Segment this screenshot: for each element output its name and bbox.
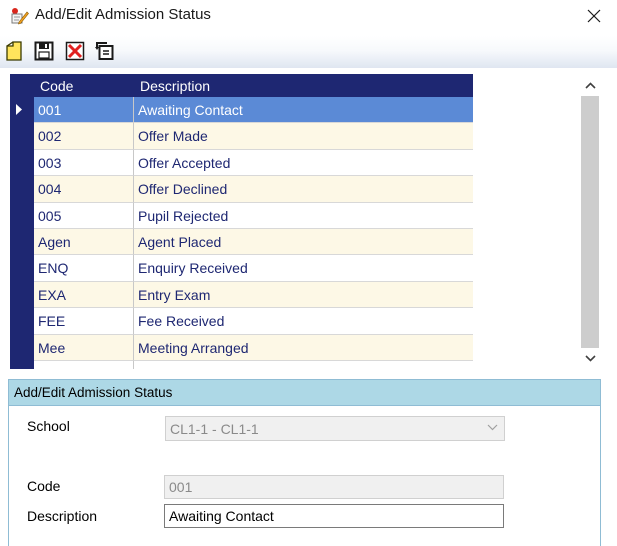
scroll-up-button[interactable] <box>580 74 600 96</box>
row-indicator <box>10 123 34 150</box>
title-bar: Add/Edit Admission Status <box>0 0 617 32</box>
app-pencil-icon <box>10 7 29 25</box>
current-row-arrow-icon <box>16 104 22 115</box>
cell-code[interactable]: Agen <box>34 228 134 256</box>
admission-status-grid[interactable]: Code Description 001 Awaiting Contact 00… <box>10 74 473 369</box>
cell-code[interactable]: ENQ <box>34 255 134 282</box>
table-row[interactable]: ENQ Enquiry Received <box>10 255 473 282</box>
close-icon <box>587 9 601 23</box>
cell-code[interactable]: 005 <box>34 202 134 229</box>
cell-code[interactable]: EXA <box>34 281 134 309</box>
row-indicator <box>10 97 34 124</box>
row-indicator <box>10 176 34 203</box>
cell-code[interactable]: 001 <box>34 97 134 124</box>
cell-code[interactable]: 002 <box>34 123 134 150</box>
table-row[interactable]: EXA Entry Exam <box>10 281 473 309</box>
row-indicator <box>10 334 34 361</box>
row-indicator <box>10 281 34 309</box>
row-indicator <box>10 228 34 256</box>
cell-description[interactable]: Offer Declined <box>134 176 473 203</box>
table-row[interactable]: 003 Offer Accepted <box>10 149 473 177</box>
window-title: Add/Edit Admission Status <box>35 6 211 23</box>
code-field[interactable]: 001 <box>164 475 504 499</box>
table-row[interactable]: 002 Offer Made <box>10 123 473 150</box>
row-indicator <box>10 255 34 282</box>
cell-description[interactable]: Enquiry Received <box>134 255 473 282</box>
row-indicator <box>10 149 34 177</box>
undo-button[interactable] <box>94 40 116 62</box>
cell-description[interactable]: Fee Received <box>134 308 473 335</box>
cell-description[interactable]: Offer Made <box>134 123 473 150</box>
cell-description[interactable]: Agent Placed <box>134 228 473 256</box>
chevron-down-icon <box>487 424 498 431</box>
panel-header: Add/Edit Admission Status <box>9 380 600 406</box>
row-indicator <box>10 202 34 229</box>
panel-title: Add/Edit Admission Status <box>14 385 173 400</box>
edit-panel: Add/Edit Admission Status School CL1-1 -… <box>8 379 601 546</box>
close-button[interactable] <box>571 0 617 32</box>
grid-rows: 001 Awaiting Contact 002 Offer Made 003 … <box>10 97 473 369</box>
toolbar <box>0 36 617 68</box>
scroll-thumb[interactable] <box>581 96 599 348</box>
delete-button[interactable] <box>64 40 86 62</box>
school-label: School <box>27 418 70 434</box>
cell-code[interactable]: Mee <box>34 334 134 361</box>
column-header-code[interactable]: Code <box>40 78 73 94</box>
school-select[interactable]: CL1-1 - CL1-1 <box>165 416 505 441</box>
column-header-description[interactable]: Description <box>140 78 210 94</box>
cell-code[interactable]: 004 <box>34 176 134 203</box>
row-indicator <box>10 360 34 369</box>
cell-description[interactable]: Entry Exam <box>134 281 473 309</box>
description-label: Description <box>27 508 98 524</box>
row-indicator <box>10 308 34 335</box>
cell-code[interactable]: FEE <box>34 308 134 335</box>
save-icon <box>34 41 54 61</box>
grid-scrollbar[interactable] <box>580 74 600 369</box>
school-select-value: CL1-1 - CL1-1 <box>170 421 259 437</box>
table-row[interactable]: 005 Pupil Rejected <box>10 202 473 229</box>
cell-description[interactable]: Meeting Arranged <box>134 334 473 361</box>
undo-icon <box>95 42 114 60</box>
cell-code[interactable]: OPE <box>34 360 134 369</box>
cell-description[interactable]: Awaiting Contact <box>134 97 473 124</box>
chevron-up-icon <box>584 81 596 89</box>
save-button[interactable] <box>33 40 55 62</box>
delete-icon <box>65 41 85 61</box>
table-row[interactable]: OPE Attend Open Day <box>10 360 473 369</box>
table-row[interactable]: FEE Fee Received <box>10 308 473 335</box>
table-row[interactable]: 004 Offer Declined <box>10 176 473 203</box>
cell-description[interactable]: Offer Accepted <box>134 150 473 177</box>
chevron-down-icon <box>584 354 596 362</box>
table-row[interactable]: 001 Awaiting Contact <box>10 97 473 124</box>
new-record-button[interactable] <box>3 40 25 62</box>
cell-description[interactable]: Pupil Rejected <box>134 203 473 229</box>
grid-header: Code Description <box>10 74 473 97</box>
code-label: Code <box>27 478 61 494</box>
table-row[interactable]: Agen Agent Placed <box>10 228 473 256</box>
cell-code[interactable]: 003 <box>34 149 134 177</box>
table-row[interactable]: Mee Meeting Arranged <box>10 334 473 361</box>
scroll-down-button[interactable] <box>580 347 600 369</box>
new-record-icon <box>6 41 22 61</box>
description-field[interactable]: Awaiting Contact <box>164 504 504 528</box>
cell-description[interactable]: Attend Open Day <box>134 361 473 369</box>
